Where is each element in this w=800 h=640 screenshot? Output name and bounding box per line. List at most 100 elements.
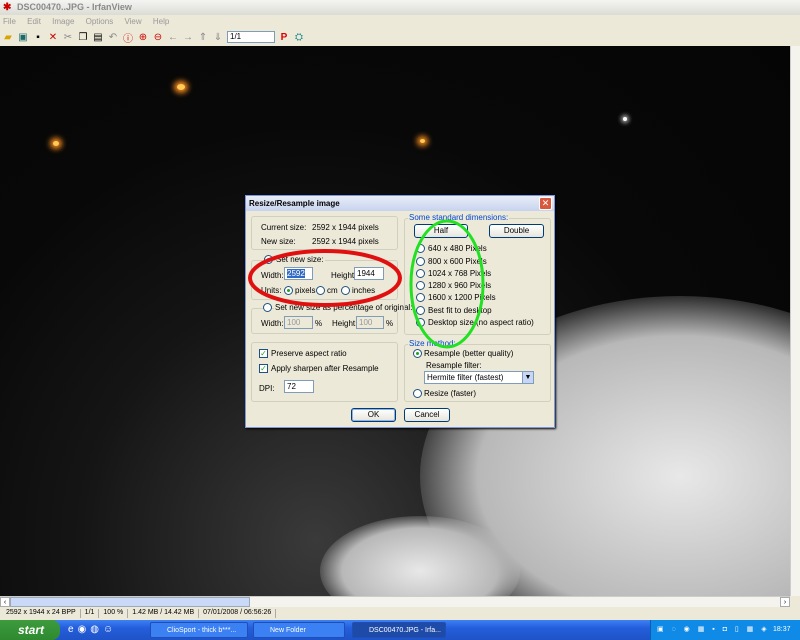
size-method-title: Size method: xyxy=(408,339,457,348)
menu-file[interactable]: File xyxy=(3,17,16,26)
apply-sharpen-checkbox[interactable]: ✓ xyxy=(259,364,268,373)
browser-icon[interactable]: ◉ xyxy=(78,624,91,635)
standard-dimensions-title: Some standard dimensions: xyxy=(408,213,510,222)
paste-icon[interactable]: ▤ xyxy=(92,31,104,43)
unit-inches-radio[interactable] xyxy=(341,286,350,295)
status-size: 1.42 MB / 14.42 MB xyxy=(128,609,200,618)
standard-option-label: 1600 x 1200 Pixels xyxy=(428,293,496,302)
street-light xyxy=(420,139,425,143)
quick-launch: e◉◍☺ xyxy=(68,624,117,635)
horizontal-scrollbar[interactable]: ‹ › xyxy=(0,596,790,607)
standard-option-radio[interactable] xyxy=(416,269,425,278)
scroll-left-icon[interactable]: ‹ xyxy=(0,597,10,607)
scroll-right-icon[interactable]: › xyxy=(780,597,790,607)
task-label: New Folder xyxy=(270,627,306,634)
title-bar: ✱ DSC00470..JPG - IrfanView xyxy=(0,0,800,15)
save-icon[interactable]: ▪ xyxy=(32,31,44,43)
last-page-icon[interactable]: ⇓ xyxy=(212,31,224,43)
delete-icon[interactable]: ✕ xyxy=(47,31,59,43)
height-label: Height: xyxy=(331,271,357,280)
resize-radio[interactable] xyxy=(413,389,422,398)
pct-height-label: Height: xyxy=(332,319,358,328)
task-cliosport[interactable]: ClioSport - thick b***... xyxy=(150,622,248,638)
undo-icon[interactable]: ↶ xyxy=(107,31,119,43)
zoom-out-icon[interactable]: ⊖ xyxy=(152,31,164,43)
unit-pixels-radio[interactable] xyxy=(284,286,293,295)
previous-icon[interactable]: ← xyxy=(167,31,179,43)
standard-option-radio[interactable] xyxy=(416,281,425,290)
messenger-icon[interactable]: ☺ xyxy=(103,624,117,635)
chevron-down-icon[interactable]: ▼ xyxy=(522,372,533,383)
print-icon[interactable]: P xyxy=(278,31,290,43)
menu-edit[interactable]: Edit xyxy=(27,17,41,26)
menu-view[interactable]: View xyxy=(124,17,141,26)
dpi-input[interactable]: 72 xyxy=(284,380,314,393)
unit-inches-label: inches xyxy=(352,286,376,295)
units-label: Units: xyxy=(261,286,282,295)
standard-option-radio[interactable] xyxy=(416,318,425,327)
zoom-in-icon[interactable]: ⊕ xyxy=(137,31,149,43)
menu-image[interactable]: Image xyxy=(52,17,74,26)
open-icon[interactable]: ▰ xyxy=(2,31,14,43)
system-tray: ▣ ◌ ◉ ▦ ▪ ◘ ▯ ▦ ◈ 18:37 xyxy=(650,620,800,640)
tray-icons[interactable]: ▣ ◌ ◉ ▦ ▪ ◘ ▯ ▦ ◈ xyxy=(657,625,770,633)
task-irfanview[interactable]: DSC00470.JPG - Irfa... xyxy=(352,622,446,638)
pct-height-input[interactable]: 100 xyxy=(356,316,384,329)
half-button[interactable]: Half xyxy=(414,224,468,238)
height-input[interactable]: 1944 xyxy=(354,267,384,280)
apply-sharpen-label: Apply sharpen after Resample xyxy=(271,364,379,373)
pct-height-symbol: % xyxy=(386,319,394,328)
cut-icon[interactable]: ✂ xyxy=(62,31,74,43)
copy-icon[interactable]: ❐ xyxy=(77,31,89,43)
slideshow-icon[interactable]: ▣ xyxy=(17,31,29,43)
standard-option-label: 800 x 600 Pixels xyxy=(428,257,487,266)
status-page: 1/1 xyxy=(81,609,100,618)
media-icon[interactable]: ◍ xyxy=(90,624,103,635)
resample-filter-select[interactable]: Hermite filter (fastest) ▼ xyxy=(424,371,534,384)
cancel-button[interactable]: Cancel xyxy=(404,408,450,422)
resample-radio[interactable] xyxy=(413,349,422,358)
new-size-value: 2592 x 1944 pixels xyxy=(312,237,379,246)
ok-button[interactable]: OK xyxy=(351,408,396,422)
standard-option-radio[interactable] xyxy=(416,244,425,253)
vertical-scrollbar[interactable] xyxy=(790,46,800,596)
dpi-label: DPI: xyxy=(259,384,275,393)
standard-option-radio[interactable] xyxy=(416,306,425,315)
settings-icon[interactable]: ⛭ xyxy=(293,31,305,43)
next-icon[interactable]: → xyxy=(182,31,194,43)
standard-option-label: 1024 x 768 Pixels xyxy=(428,269,492,278)
menu-options[interactable]: Options xyxy=(86,17,114,26)
irfanview-logo-icon: ✱ xyxy=(3,2,12,13)
task-new-folder[interactable]: New Folder xyxy=(253,622,345,638)
standard-option-radio[interactable] xyxy=(416,257,425,266)
light xyxy=(623,117,627,121)
first-page-icon[interactable]: ⇑ xyxy=(197,31,209,43)
filter-value: Hermite filter (fastest) xyxy=(427,373,504,382)
pct-width-label: Width: xyxy=(261,319,284,328)
unit-cm-radio[interactable] xyxy=(316,286,325,295)
ie-icon[interactable]: e xyxy=(68,624,78,635)
status-dimensions: 2592 x 1944 x 24 BPP xyxy=(2,609,81,618)
scroll-thumb[interactable] xyxy=(10,597,250,607)
standard-option-label: 640 x 480 Pixels xyxy=(428,244,487,253)
percentage-radio[interactable] xyxy=(263,303,272,312)
width-value: 2592 xyxy=(287,269,305,278)
page-input[interactable]: 1/1 xyxy=(227,31,275,43)
standard-option-label: Desktop size (no aspect ratio) xyxy=(428,318,534,327)
status-bar: 2592 x 1944 x 24 BPP 1/1 100 % 1.42 MB /… xyxy=(0,607,800,620)
window-title: DSC00470..JPG - IrfanView xyxy=(17,2,132,12)
close-icon[interactable]: ✕ xyxy=(539,197,552,210)
width-input[interactable]: 2592 xyxy=(284,267,313,280)
set-new-size-radio[interactable] xyxy=(264,255,273,264)
info-icon[interactable]: ⓘ xyxy=(122,31,134,45)
start-button[interactable]: start xyxy=(0,620,60,640)
resize-label: Resize (faster) xyxy=(424,389,477,398)
double-button[interactable]: Double xyxy=(489,224,544,238)
standard-option-radio[interactable] xyxy=(416,293,425,302)
street-light xyxy=(177,84,185,90)
menu-help[interactable]: Help xyxy=(153,17,169,26)
toolbar: ▰ ▣ ▪ ✕ ✂ ❐ ▤ ↶ ⓘ ⊕ ⊖ ← → ⇑ ⇓ 1/1 P ⛭ xyxy=(0,28,800,46)
pct-width-input[interactable]: 100 xyxy=(284,316,313,329)
preserve-aspect-checkbox[interactable]: ✓ xyxy=(259,349,268,358)
standard-option-label: 1280 x 960 Pixels xyxy=(428,281,492,290)
